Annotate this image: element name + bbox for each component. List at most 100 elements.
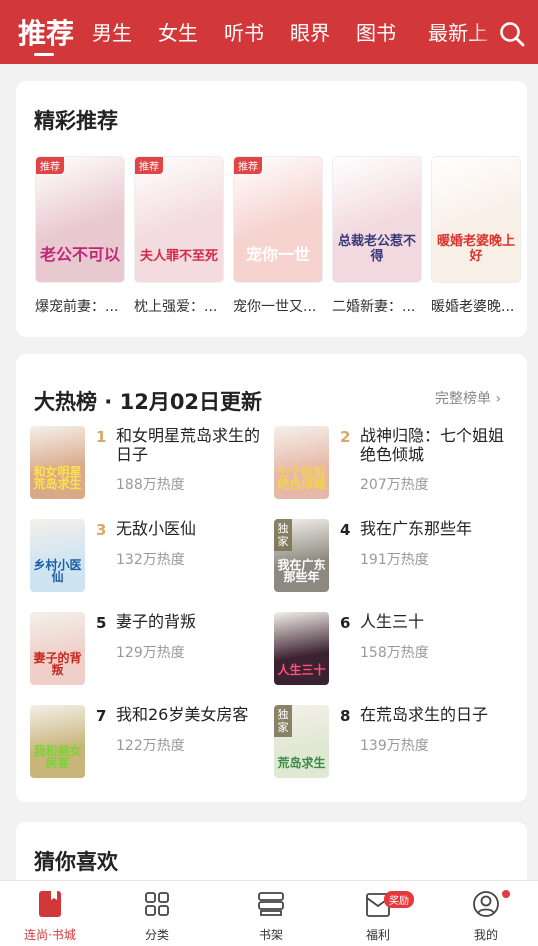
tab-books[interactable]: 图书: [356, 17, 396, 46]
book-cover: 宠你一世 推荐: [233, 156, 323, 283]
nav-label-bookstore: 连尚·书城: [24, 928, 76, 942]
cover-title-art: 宠你一世: [245, 245, 310, 265]
book-cover: 夫人罪不至死 推荐: [134, 156, 224, 283]
cover-title-art: 我和美女房客: [33, 743, 82, 771]
ranking-book-title: 我在广东那些年: [360, 519, 473, 538]
heat-count: 132万热度: [116, 552, 185, 568]
nav-label-bookshelf: 书架: [258, 928, 283, 942]
rank-number: 2: [340, 428, 351, 446]
top-navigation-bar: 推荐 男生 女生 听书 眼界 图书 最新上: [0, 0, 538, 64]
cover-title-art: 人生三十: [277, 663, 326, 678]
heat-count: 129万热度: [116, 645, 185, 661]
search-icon[interactable]: [498, 20, 526, 48]
nav-bookshelf[interactable]: 书架: [231, 881, 311, 946]
cover-title-art: 老公不可以: [40, 245, 121, 265]
ranking-book-title: 我和26岁美女房客: [116, 705, 249, 724]
ranking-book-cover: 荒岛求生 独家: [274, 705, 329, 778]
featured-book-title: 宠你一世又...: [233, 299, 317, 315]
featured-card: 精彩推荐 老公不可以 推荐 爆宠前妻：... 夫人罪不至死 推荐 枕上强爱：... 宠你一世…: [16, 81, 527, 337]
ranking-item[interactable]: 我和美女房客 7 我和26岁美女房客 122万热度: [30, 705, 270, 781]
nav-bookstore[interactable]: 连尚·书城: [10, 881, 90, 946]
rank-number: 7: [96, 707, 107, 725]
heat-count: 158万热度: [360, 645, 429, 661]
ranking-book-title: 人生三十: [360, 612, 425, 631]
tab-horizon[interactable]: 眼界: [290, 17, 330, 46]
nav-welfare[interactable]: 奖励 福利: [338, 881, 418, 946]
ranking-item[interactable]: 七个姐姐绝色倾城 2 战神归隐：七个姐姐绝色倾城 207万热度: [274, 426, 514, 502]
active-tab-indicator: [34, 53, 54, 56]
cover-title-art: 我在广东那些年: [277, 557, 326, 585]
nav-category[interactable]: 分类: [117, 881, 197, 946]
recommend-badge: 推荐: [234, 157, 262, 174]
heat-count: 122万热度: [116, 738, 185, 754]
ranking-book-cover: 妻子的背叛: [30, 612, 85, 685]
guess-title: 猜你喜欢: [34, 850, 118, 874]
rank-number: 4: [340, 521, 351, 539]
ranking-book-title: 和女明星荒岛求生的日子: [116, 426, 261, 464]
rank-number: 1: [96, 428, 107, 446]
ranking-title: 大热榜 · 12月02日更新: [34, 390, 263, 414]
featured-book-title: 暖婚老婆晚...: [431, 299, 515, 315]
full-ranking-link[interactable]: 完整榜单 ›: [435, 388, 501, 408]
book-cover: 总裁老公惹不得: [332, 156, 422, 283]
bottom-navigation: 连尚·书城 分类 书架 奖励 福利 我的: [0, 880, 538, 946]
book-cover: 老公不可以 推荐: [35, 156, 125, 283]
ranking-book-title: 无敌小医仙: [116, 519, 197, 538]
ranking-item[interactable]: 荒岛求生 独家 8 在荒岛求生的日子 139万热度: [274, 705, 514, 781]
nav-label-profile: 我的: [473, 928, 498, 942]
ranking-book-title: 妻子的背叛: [116, 612, 197, 631]
user-icon: [473, 891, 499, 917]
book-cover: 暖婚老婆晚上好: [431, 156, 521, 283]
cover-title-art: 七个姐姐绝色倾城: [277, 464, 326, 492]
ranking-item[interactable]: 和女明星荒岛求生 1 和女明星荒岛求生的日子 188万热度: [30, 426, 270, 502]
tab-recommend[interactable]: 推荐: [18, 12, 74, 52]
bookshelf-icon: [258, 892, 284, 916]
cover-title-art: 总裁老公惹不得: [337, 234, 416, 264]
ranking-item[interactable]: 乡村小医仙 3 无敌小医仙 132万热度: [30, 519, 270, 595]
exclusive-badge: 独家: [274, 705, 292, 737]
ranking-book-title: 战神归隐：七个姐姐绝色倾城: [360, 426, 505, 464]
ranking-item[interactable]: 妻子的背叛 5 妻子的背叛 129万热度: [30, 612, 270, 688]
tab-audiobook[interactable]: 听书: [224, 17, 264, 46]
featured-book-title: 枕上强爱：...: [134, 299, 218, 315]
nav-profile[interactable]: 我的: [446, 881, 526, 946]
rank-number: 3: [96, 521, 107, 539]
ranking-book-cover: 和女明星荒岛求生: [30, 426, 85, 499]
tab-female[interactable]: 女生: [158, 17, 198, 46]
profile-notification-dot: [502, 890, 510, 898]
ranking-book-cover: 人生三十: [274, 612, 329, 685]
rank-number: 6: [340, 614, 351, 632]
ranking-book-cover: 我在广东那些年 独家: [274, 519, 329, 592]
cover-title-art: 暖婚老婆晚上好: [436, 234, 515, 264]
heat-count: 188万热度: [116, 477, 185, 493]
ranking-book-cover: 我和美女房客: [30, 705, 85, 778]
ranking-book-cover: 七个姐姐绝色倾城: [274, 426, 329, 499]
ranking-item[interactable]: 人生三十 6 人生三十 158万热度: [274, 612, 514, 688]
heat-count: 191万热度: [360, 552, 429, 568]
ranking-book-title: 在荒岛求生的日子: [360, 705, 489, 724]
hot-ranking-card: 大热榜 · 12月02日更新 完整榜单 › 和女明星荒岛求生 1 和女明星荒岛求生的…: [16, 354, 527, 802]
cover-title-art: 乡村小医仙: [33, 557, 82, 585]
nav-label-welfare: 福利: [365, 928, 390, 942]
book-icon: [39, 891, 61, 917]
rank-number: 8: [340, 707, 351, 725]
grid-icon: [145, 892, 169, 916]
welfare-reward-badge: 奖励: [384, 891, 414, 908]
ranking-book-cover: 乡村小医仙: [30, 519, 85, 592]
tab-male[interactable]: 男生: [92, 17, 132, 46]
nav-label-category: 分类: [144, 928, 169, 942]
heat-count: 207万热度: [360, 477, 429, 493]
ranking-item[interactable]: 我在广东那些年 独家 4 我在广东那些年 191万热度: [274, 519, 514, 595]
tab-overflow-fade: [470, 0, 500, 64]
featured-book-title: 二婚新妻：...: [332, 299, 416, 315]
cover-title-art: 和女明星荒岛求生: [33, 464, 82, 492]
exclusive-badge: 独家: [274, 519, 292, 551]
recommend-badge: 推荐: [135, 157, 163, 174]
heat-count: 139万热度: [360, 738, 429, 754]
cover-title-art: 妻子的背叛: [33, 650, 82, 678]
cover-title-art: 夫人罪不至死: [139, 248, 218, 264]
featured-title: 精彩推荐: [34, 109, 118, 133]
featured-book-title: 爆宠前妻：...: [35, 299, 119, 315]
rank-number: 5: [96, 614, 107, 632]
cover-title-art: 荒岛求生: [277, 756, 326, 771]
